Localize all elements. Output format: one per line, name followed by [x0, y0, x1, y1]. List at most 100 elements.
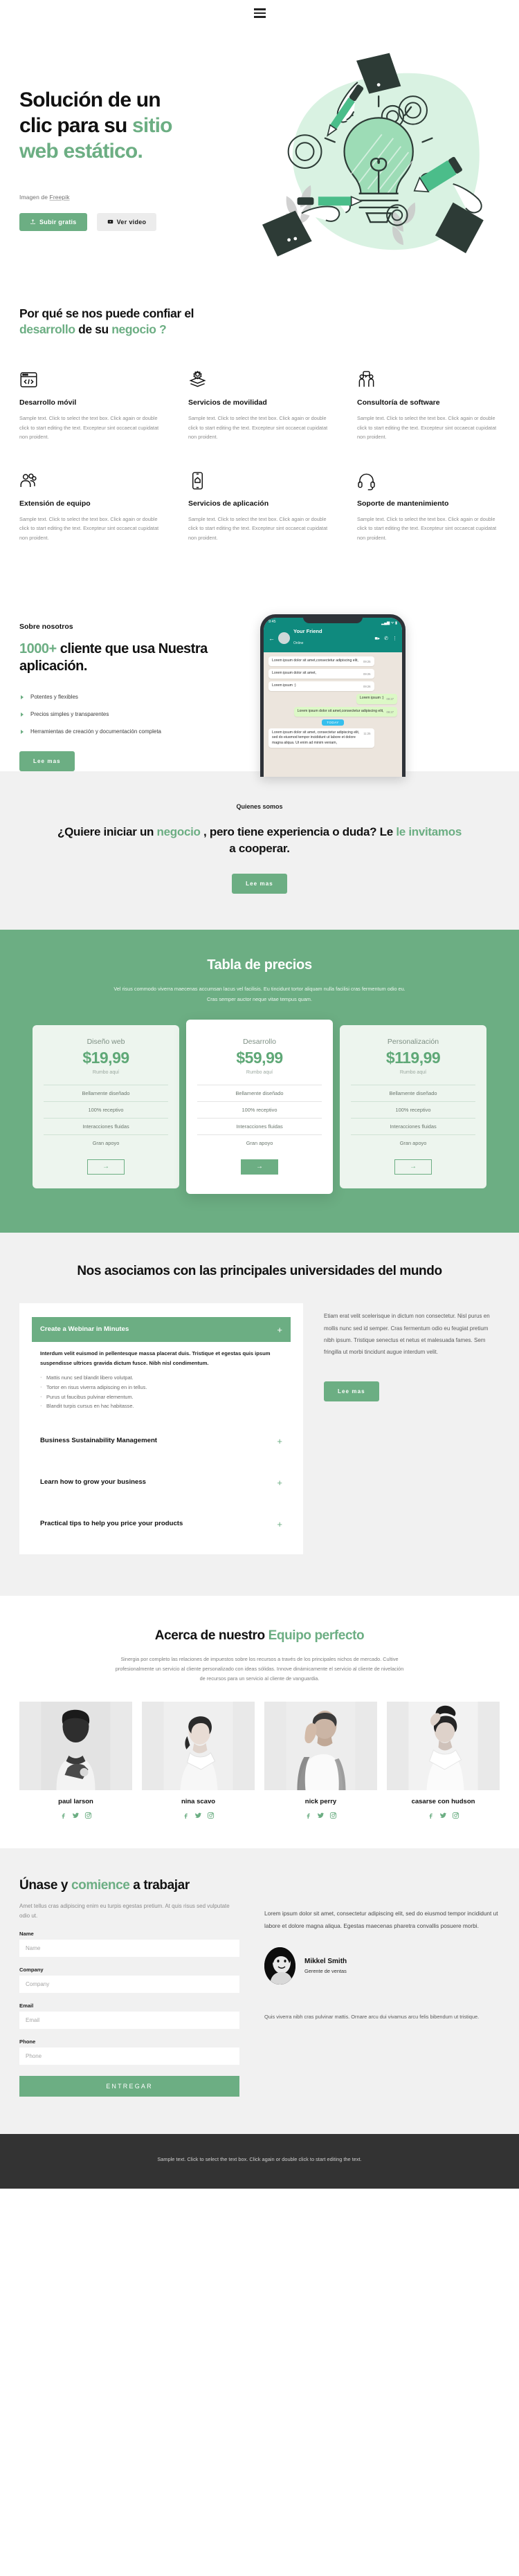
watch-video-button[interactable]: Ver video — [96, 212, 157, 231]
more-options-icon[interactable]: ⋮ — [392, 636, 397, 641]
upload-free-button[interactable]: Subir gratis — [19, 212, 87, 231]
twitter-icon[interactable] — [72, 1812, 80, 1819]
faq-row: Create a Webinar in Minutes + Interdum v… — [0, 1303, 519, 1554]
chat-bubble: 09:27 Lorem ipsum :) — [356, 694, 397, 704]
hero-title-highlight1: sitio — [132, 114, 172, 138]
team-member: casarse con hudson — [387, 1702, 500, 1819]
facebook-icon[interactable] — [182, 1812, 190, 1819]
twitter-icon[interactable] — [439, 1812, 447, 1819]
about-section: Sobre nosotros 1000+ cliente que usa Nue… — [0, 567, 519, 778]
hero-title-line1: Solución de un — [19, 89, 161, 111]
list-item: Herramientas de creación y documentación… — [19, 723, 248, 740]
bubble-time: 11:25 — [363, 731, 371, 735]
testimonial-person: Mikkel Smith Gerente de ventas — [264, 1947, 500, 1985]
service-name: Servicios de aplicación — [188, 499, 269, 508]
accordion-item-header[interactable]: Create a Webinar in Minutes + — [32, 1317, 291, 1343]
plan-feature: 100% receptivo — [197, 1101, 322, 1118]
back-arrow-icon[interactable]: ← — [268, 635, 275, 642]
team-grid: paul larson nina scavo nick perry casars… — [19, 1702, 500, 1819]
pricing-card-featured: Desarrollo $59,99 Rumbo aquí Bellamente … — [186, 1019, 333, 1194]
hamburger-menu-icon[interactable] — [253, 8, 266, 18]
form-field-company: Company — [19, 1967, 239, 1993]
chat-bubble: 09:26 Lorem ipsum :) — [268, 681, 374, 692]
about-copy: Sobre nosotros 1000+ cliente que usa Nue… — [19, 599, 248, 772]
hero-title: Solución de un clic para su sitio web es… — [19, 87, 241, 165]
member-photo — [264, 1702, 377, 1791]
instagram-icon[interactable] — [207, 1812, 215, 1819]
chat-contact-name: Your Friend — [293, 628, 322, 635]
play-icon — [107, 219, 113, 224]
email-input[interactable] — [19, 2011, 239, 2029]
team-subtitle: Sinergia por completo las relaciones de … — [115, 1655, 404, 1682]
chat-contact-status: Online — [293, 641, 304, 645]
company-input[interactable] — [19, 1975, 239, 1993]
pricing-card: Diseño web $19,99 Rumbo aquí Bellamente … — [33, 1024, 179, 1188]
image-credit-link[interactable]: Freepik — [50, 194, 70, 201]
lightbulb-teamwork-illustration — [262, 53, 484, 257]
plan-select-button[interactable]: → — [87, 1159, 125, 1175]
footer-text: Sample text. Click to select the text bo… — [157, 2155, 362, 2162]
portrait-paul-larson — [41, 1702, 111, 1791]
accordion-item-body: Interdum velit euismod in pellentesque m… — [32, 1342, 291, 1410]
cta-read-more-button[interactable]: Lee mas — [232, 874, 287, 894]
name-label: Name — [19, 1930, 34, 1937]
instagram-icon[interactable] — [452, 1812, 459, 1819]
team-member: paul larson — [19, 1702, 132, 1819]
chat-bubble: 09:25 Lorem ipsum dolor sit amet, — [268, 669, 374, 679]
list-item: Potentes y flexibles — [19, 688, 248, 706]
contact-testimonial-column: Lorem ipsum dolor sit amet, consectetur … — [264, 1877, 500, 2096]
instagram-icon[interactable] — [329, 1812, 337, 1819]
member-socials — [142, 1812, 255, 1819]
service-name: Soporte de mantenimiento — [357, 499, 449, 508]
facebook-icon[interactable] — [427, 1812, 435, 1819]
plan-select-button[interactable]: → — [394, 1159, 432, 1175]
services-section: Por qué se nos puede confiar el desarrol… — [0, 261, 519, 567]
service-card: Extensión de equipo Sample text. Click t… — [19, 470, 162, 543]
pricing-card: Personalización $119,99 Rumbo aquí Bella… — [340, 1024, 486, 1188]
avatar — [264, 1947, 295, 1985]
avatar — [278, 632, 290, 645]
twitter-icon[interactable] — [317, 1812, 325, 1819]
instagram-icon[interactable] — [84, 1812, 92, 1819]
member-name: casarse con hudson — [411, 1798, 475, 1806]
twitter-icon[interactable] — [194, 1812, 202, 1819]
accordion-body-lead: Interdum velit euismod in pellentesque m… — [40, 1350, 271, 1366]
faq-side-text: Etiam erat velit scelerisque in dictum n… — [324, 1313, 490, 1355]
services-title-highlight2: negocio ? — [111, 322, 167, 337]
team-member: nina scavo — [142, 1702, 255, 1819]
cta-head-part1: ¿Quiere iniciar un — [57, 825, 157, 839]
bubble-text: Lorem ipsum dolor sit amet,consectetur a… — [272, 659, 358, 663]
video-call-icon[interactable]: ■▸ — [374, 636, 380, 641]
chat-actions: ■▸ ✆ ⋮ — [374, 636, 397, 641]
service-desc: Sample text. Click to select the text bo… — [188, 415, 328, 441]
top-navbar — [0, 0, 519, 26]
about-read-more-button[interactable]: Lee mas — [19, 751, 75, 772]
team-member: nick perry — [264, 1702, 377, 1819]
submit-button[interactable]: ENTREGAR — [19, 2075, 239, 2097]
facebook-icon[interactable] — [60, 1812, 67, 1819]
faq-read-more-button[interactable]: Lee mas — [324, 1381, 379, 1402]
accordion-item-header[interactable]: Learn how to grow your business + — [32, 1470, 291, 1495]
accordion-item-label: Create a Webinar in Minutes — [40, 1325, 129, 1334]
accordion-item-header[interactable]: Business Sustainability Management + — [32, 1428, 291, 1453]
contact-section: Únase y comience a trabajar Amet tellus … — [0, 1848, 519, 2134]
bubble-text: Lorem ipsum dolor sit amet, — [272, 671, 317, 676]
plan-select-button[interactable]: → — [241, 1159, 278, 1175]
plan-features: Bellamente diseñado 100% receptivo Inter… — [197, 1084, 322, 1151]
phone-input[interactable] — [19, 2047, 239, 2065]
facebook-icon[interactable] — [304, 1812, 312, 1819]
form-field-name: Name — [19, 1931, 239, 1957]
services-title-part1: Por qué se nos puede confiar el — [19, 306, 194, 320]
accordion-item-header[interactable]: Practical tips to help you price your pr… — [32, 1511, 291, 1536]
hero-title-line2a: clic para su — [19, 114, 133, 138]
hero-title-line3: web estático. — [19, 140, 143, 163]
bubble-time: 09:26 — [363, 685, 371, 689]
member-photo — [19, 1702, 132, 1791]
phone-call-icon[interactable]: ✆ — [384, 636, 388, 641]
name-input[interactable] — [19, 1939, 239, 1957]
plus-icon: + — [277, 1435, 282, 1446]
about-heading: 1000+ cliente que usa Nuestra aplicación… — [19, 641, 248, 675]
service-card: Consultoría de software Sample text. Cli… — [357, 369, 500, 442]
list-item: Mattis nunc sed blandit libero volutpat. — [40, 1373, 282, 1382]
plan-feature: Interacciones fluidas — [44, 1117, 168, 1134]
